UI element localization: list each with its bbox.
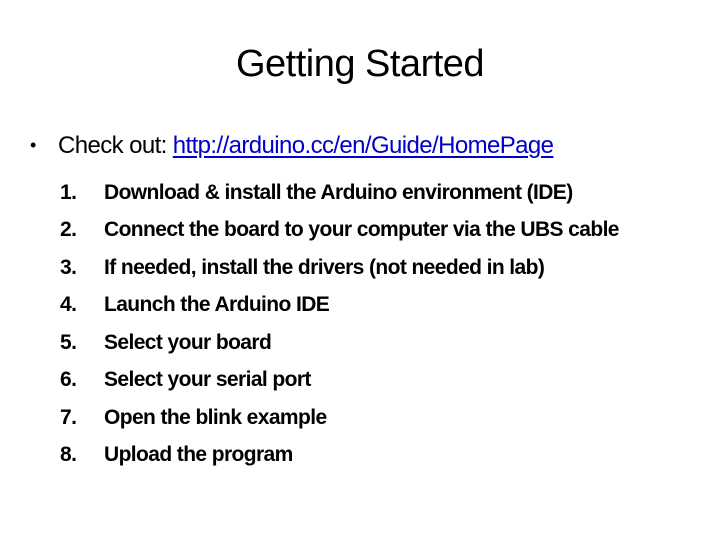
list-item: 4. Launch the Arduino IDE [60, 287, 619, 325]
list-item: 2. Connect the board to your computer vi… [60, 212, 619, 250]
step-text: Select your board [104, 330, 272, 354]
list-item: 5. Select your board [60, 324, 619, 362]
step-text: Upload the program [104, 443, 293, 467]
bullet-check-out: • Check out: http://arduino.cc/en/Guide/H… [30, 132, 554, 161]
bullet-prefix: Check out: [58, 132, 173, 159]
step-text: Connect the board to your computer via t… [104, 218, 619, 242]
list-item: 3. If needed, install the drivers (not n… [60, 249, 619, 287]
slide-title: Getting Started [235, 43, 485, 85]
steps-list: 1. Download & install the Arduino enviro… [60, 174, 619, 474]
list-item: 6. Select your serial port [60, 362, 619, 400]
step-text: If needed, install the drivers (not need… [104, 255, 545, 279]
guide-link[interactable]: http://arduino.cc/en/Guide/HomePage [173, 132, 554, 159]
step-number: 5. [60, 330, 77, 354]
step-text: Download & install the Arduino environme… [104, 180, 573, 204]
step-number: 4. [60, 293, 77, 317]
step-number: 8. [60, 443, 77, 467]
list-item: 8. Upload the program [60, 437, 619, 475]
step-text: Launch the Arduino IDE [104, 293, 330, 317]
list-item: 7. Open the blink example [60, 399, 619, 437]
bullet-icon: • [30, 135, 36, 155]
step-number: 1. [60, 180, 77, 204]
step-number: 6. [60, 368, 77, 392]
step-number: 3. [60, 255, 77, 279]
slide: Getting Started • Check out: http://ardui… [0, 0, 720, 540]
step-number: 2. [60, 218, 77, 242]
step-text: Select your serial port [104, 368, 311, 392]
list-item: 1. Download & install the Arduino enviro… [60, 174, 619, 212]
step-number: 7. [60, 405, 77, 429]
step-text: Open the blink example [104, 405, 327, 429]
